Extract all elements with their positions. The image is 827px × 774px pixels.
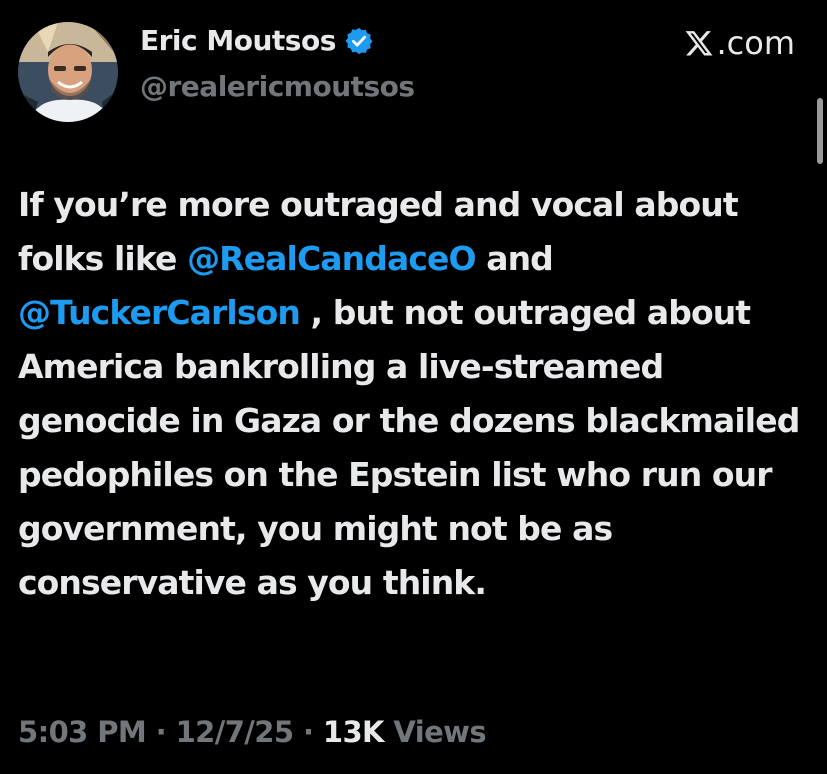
site-label: .com bbox=[684, 24, 795, 62]
views-count: 13K bbox=[322, 715, 385, 749]
display-name[interactable]: Eric Moutsos bbox=[140, 24, 336, 57]
views-label: Views bbox=[383, 715, 486, 749]
mention-link[interactable]: @TuckerCarlson bbox=[18, 293, 301, 332]
avatar-image bbox=[18, 22, 118, 122]
x-logo-icon bbox=[684, 28, 714, 58]
verified-badge-icon bbox=[344, 26, 374, 56]
tweet-time[interactable]: 5:03 PM bbox=[18, 715, 147, 749]
tweet-date[interactable]: 12/7/25 bbox=[176, 715, 294, 749]
meta-separator: · bbox=[146, 715, 176, 749]
tweet-text-segment: , but not outraged about America bankrol… bbox=[18, 293, 811, 602]
tweet-text-segment: and bbox=[475, 239, 564, 278]
tweet-text: If you’re more outraged and vocal about … bbox=[18, 178, 808, 610]
site-domain: .com bbox=[716, 24, 795, 62]
avatar[interactable] bbox=[18, 22, 118, 122]
tweet-card: Eric Moutsos @realericmoutsos .com If yo… bbox=[0, 0, 827, 774]
author-name-row[interactable]: Eric Moutsos bbox=[140, 24, 374, 57]
mention-link[interactable]: @RealCandaceO bbox=[187, 239, 476, 278]
meta-separator: · bbox=[293, 715, 323, 749]
scrollbar[interactable] bbox=[817, 98, 823, 164]
user-handle[interactable]: @realericmoutsos bbox=[140, 70, 415, 103]
tweet-meta: 5:03 PM · 12/7/25 · 13K Views bbox=[18, 715, 487, 749]
